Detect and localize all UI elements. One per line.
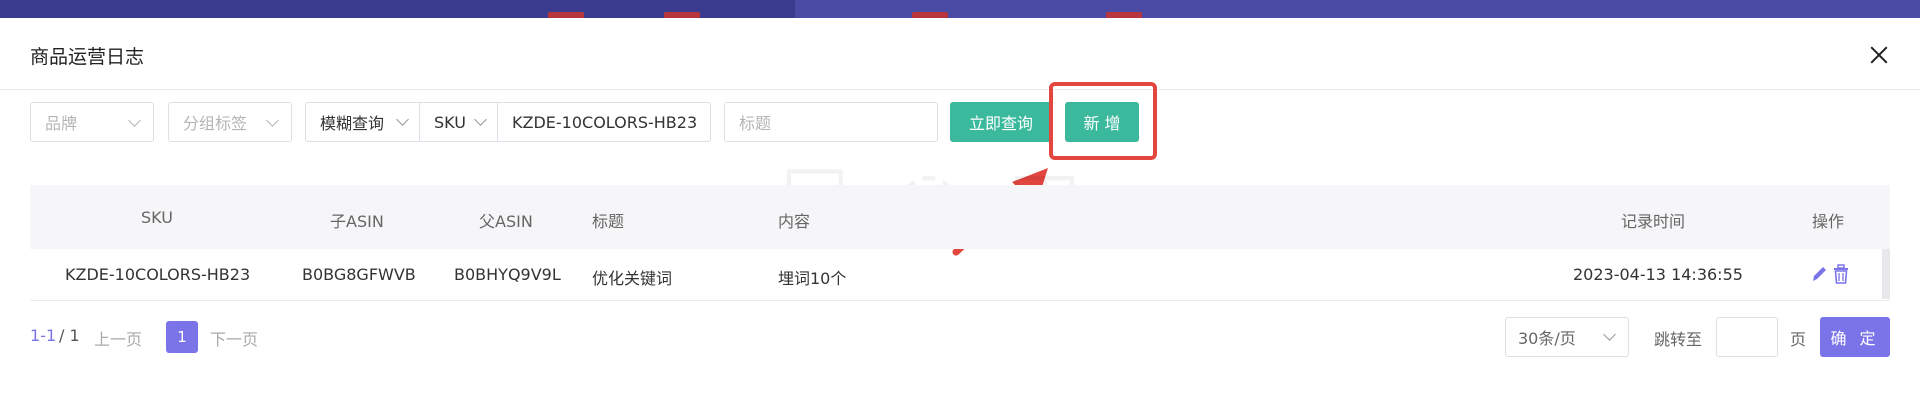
table-row-divider [30, 300, 1890, 301]
column-header-content: 内容 [778, 212, 811, 231]
title-input-placeholder: 标题 [739, 114, 772, 133]
search-group: 模糊查询 SKU KZDE-10COLORS-HB23 [305, 102, 711, 142]
search-mode-value: 模糊查询 [320, 114, 385, 133]
dialog-title: 商品运营日志 [30, 46, 145, 68]
next-page-link[interactable]: 下一页 [210, 326, 258, 350]
chevron-down-icon [1603, 328, 1616, 341]
dialog-header: 商品运营日志 [0, 18, 1920, 90]
cell-child-asin: B0BG8GFWVB [302, 265, 416, 284]
cell-content: 埋词10个 [778, 269, 847, 288]
brand-select-placeholder: 品牌 [45, 114, 78, 133]
column-header-actions: 操作 [1812, 212, 1845, 231]
confirm-jump-button[interactable]: 确 定 [1820, 317, 1890, 357]
trash-icon[interactable] [1832, 264, 1850, 284]
search-mode-select[interactable]: 模糊查询 [306, 103, 420, 141]
jump-label: 跳转至 [1654, 330, 1703, 349]
page-size-select[interactable]: 30条/页 [1505, 317, 1629, 357]
field-type-value: SKU [434, 112, 466, 132]
query-button[interactable]: 立即查询 [950, 102, 1052, 142]
field-type-select[interactable]: SKU [420, 103, 498, 141]
page-total: / 1 [59, 326, 80, 345]
jump-page-input[interactable] [1716, 317, 1778, 357]
page-size-value: 30条/页 [1518, 329, 1576, 348]
current-page-button[interactable]: 1 [166, 321, 198, 353]
table-header [30, 185, 1890, 249]
background-app-bar [0, 0, 1920, 18]
group-tag-select[interactable]: 分组标签 [168, 102, 292, 142]
sku-input-value: KZDE-10COLORS-HB23 [512, 112, 698, 132]
chevron-down-icon [128, 114, 141, 127]
chevron-down-icon [474, 113, 487, 126]
title-input[interactable]: 标题 [724, 102, 938, 142]
brand-select[interactable]: 品牌 [30, 102, 154, 142]
close-icon[interactable] [1868, 44, 1890, 66]
chevron-down-icon [266, 114, 279, 127]
sku-input[interactable]: KZDE-10COLORS-HB23 [498, 103, 710, 141]
cell-record-time: 2023-04-13 14:36:55 [1573, 265, 1743, 284]
highlight-box [1049, 82, 1157, 160]
column-header-title: 标题 [592, 212, 625, 231]
prev-page-link[interactable]: 上一页 [94, 326, 142, 350]
table-scrollbar[interactable] [1882, 249, 1890, 299]
column-header-parent-asin: 父ASIN [479, 212, 533, 231]
page-unit-label: 页 [1790, 330, 1807, 349]
row-actions [1810, 264, 1850, 284]
cell-sku: KZDE-10COLORS-HB23 [65, 265, 251, 284]
column-header-sku: SKU [141, 208, 173, 227]
page-range: 1-1 [30, 326, 57, 345]
column-header-child-asin: 子ASIN [330, 212, 384, 231]
cell-title: 优化关键词 [592, 269, 673, 288]
chevron-down-icon [396, 113, 409, 126]
edit-icon[interactable] [1810, 264, 1828, 284]
cell-parent-asin: B0BHYQ9V9L [454, 265, 561, 284]
column-header-record-time: 记录时间 [1621, 212, 1686, 231]
group-tag-placeholder: 分组标签 [183, 114, 248, 133]
